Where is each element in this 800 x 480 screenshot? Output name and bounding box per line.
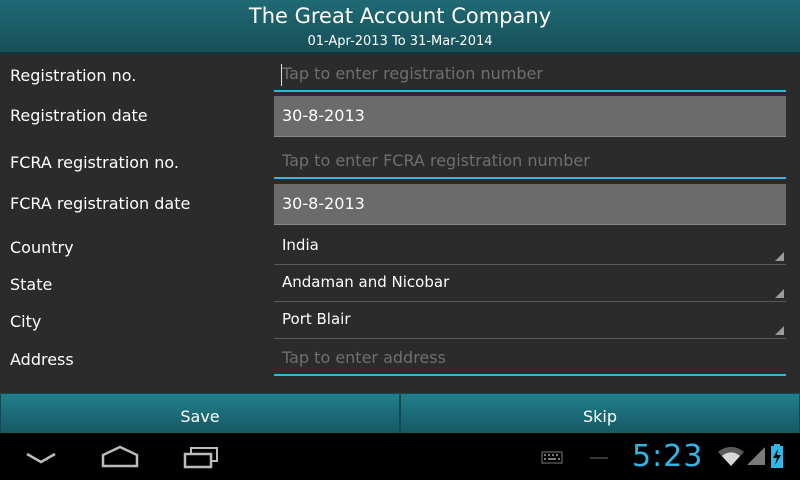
fcra-date-value: 30-8-2013: [282, 194, 365, 213]
country-value: India: [282, 236, 319, 254]
home-icon[interactable]: [100, 445, 140, 469]
save-button[interactable]: Save: [0, 393, 400, 435]
skip-button[interactable]: Skip: [400, 393, 800, 435]
financial-period: 01-Apr-2013 To 31-Mar-2014: [307, 34, 493, 49]
fcra-no-row: FCRA registration no. Tap to enter FCRA …: [0, 142, 800, 182]
registration-no-row: Registration no. Tap to enter registrati…: [0, 54, 800, 94]
wifi-icon: [718, 446, 744, 466]
keyboard-icon: [541, 451, 563, 464]
app-header: The Great Account Company 01-Apr-2013 To…: [0, 0, 800, 54]
battery-charging-icon: [771, 444, 783, 468]
company-title: The Great Account Company: [248, 4, 552, 28]
city-label: City: [10, 312, 42, 331]
state-value: Andaman and Nicobar: [282, 273, 450, 291]
state-select[interactable]: Andaman and Nicobar: [274, 267, 786, 302]
status-clock: 5:23: [632, 439, 704, 474]
state-label: State: [10, 275, 53, 294]
back-icon[interactable]: [24, 448, 58, 466]
city-value: Port Blair: [282, 310, 351, 328]
registration-no-label: Registration no.: [10, 66, 137, 85]
state-row: State Andaman and Nicobar: [0, 267, 800, 303]
signal-icon: [747, 447, 765, 465]
address-label: Address: [10, 350, 74, 369]
system-navigation-bar: 5:23: [0, 433, 800, 480]
fcra-no-label: FCRA registration no.: [10, 153, 180, 172]
city-row: City Port Blair: [0, 304, 800, 340]
address-placeholder: Tap to enter address: [282, 348, 446, 367]
registration-no-input[interactable]: Tap to enter registration number: [274, 58, 786, 92]
fcra-no-placeholder: Tap to enter FCRA registration number: [282, 151, 590, 170]
fcra-date-row: FCRA registration date 30-8-2013: [0, 184, 800, 228]
registration-form: Registration no. Tap to enter registrati…: [0, 54, 800, 392]
country-label: Country: [10, 238, 74, 257]
registration-date-field[interactable]: 30-8-2013: [274, 96, 786, 137]
text-cursor: [281, 64, 282, 86]
dropdown-arrow-icon: [775, 252, 784, 261]
country-row: Country India: [0, 230, 800, 266]
recent-apps-icon[interactable]: [182, 445, 220, 469]
action-bar: Save Skip: [0, 393, 800, 435]
dropdown-arrow-icon: [775, 326, 784, 335]
registration-no-placeholder: Tap to enter registration number: [282, 64, 543, 83]
registration-date-label: Registration date: [10, 106, 148, 125]
fcra-no-input[interactable]: Tap to enter FCRA registration number: [274, 145, 786, 179]
address-input[interactable]: Tap to enter address: [274, 342, 786, 376]
city-select[interactable]: Port Blair: [274, 304, 786, 339]
notification-dash: [590, 457, 608, 459]
registration-date-value: 30-8-2013: [282, 106, 365, 125]
country-select[interactable]: India: [274, 230, 786, 265]
dropdown-arrow-icon: [775, 289, 784, 298]
address-row: Address Tap to enter address: [0, 342, 800, 382]
fcra-date-label: FCRA registration date: [10, 194, 191, 213]
registration-date-row: Registration date 30-8-2013: [0, 96, 800, 140]
fcra-date-field[interactable]: 30-8-2013: [274, 184, 786, 225]
